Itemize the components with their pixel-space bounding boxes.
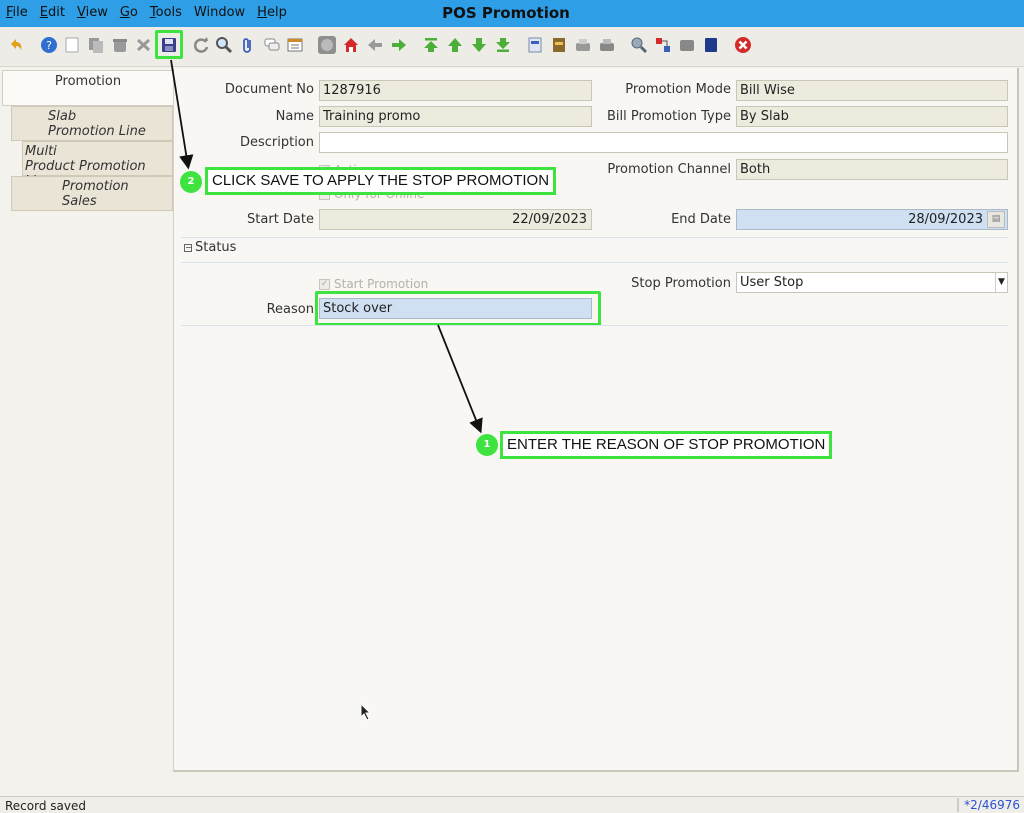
window-title: POS Promotion <box>442 4 570 22</box>
attachment-icon[interactable] <box>239 36 257 54</box>
find-icon[interactable] <box>215 36 233 54</box>
tab-slab-line1: Slab <box>48 109 77 124</box>
mouse-cursor-icon <box>360 703 372 721</box>
status-separator <box>181 262 1008 263</box>
end-date-label: End Date <box>671 212 731 227</box>
status-separator-top <box>181 237 1008 238</box>
svg-text:?: ? <box>46 39 52 52</box>
promotion-channel-label: Promotion Channel <box>607 162 731 177</box>
document-no-field[interactable]: 1287916 <box>319 80 592 101</box>
tab-promotion-sales[interactable]: Promotion Sales <box>11 176 173 211</box>
undo-icon[interactable] <box>7 36 25 54</box>
end-date-field[interactable]: 28/09/2023 <box>736 209 1008 230</box>
tab-slab-promotion-line[interactable]: Slab Promotion Line <box>11 106 173 141</box>
description-field[interactable] <box>319 132 1008 153</box>
tab-slab-line2: Promotion Line <box>48 124 146 139</box>
status-section-title: Status <box>195 240 237 255</box>
start-promotion-check-icon: ✓ <box>319 278 330 290</box>
back-icon[interactable] <box>366 36 384 54</box>
tab-multi-product-promotion-line[interactable]: Multi Product Promotion Line <box>22 141 173 189</box>
status-message: Record saved <box>5 799 86 813</box>
tab-sales-line2: Sales <box>62 194 97 209</box>
dropdown-arrow-icon[interactable]: ▼ <box>995 273 1007 292</box>
document-no-label: Document No <box>224 82 314 97</box>
status-section-header[interactable]: − Status <box>184 240 236 255</box>
callout-2-number: 2 <box>180 171 202 193</box>
callout-1-number: 1 <box>476 434 498 456</box>
copy-record-icon[interactable] <box>87 36 105 54</box>
side-tabs: Promotion Slab Promotion Line Multi Prod… <box>0 70 176 215</box>
print-icon[interactable] <box>598 36 616 54</box>
bill-promotion-type-label: Bill Promotion Type <box>606 109 731 124</box>
status-bar: Record saved *2/46976 <box>0 796 1024 813</box>
first-record-icon[interactable] <box>422 36 440 54</box>
forward-icon[interactable] <box>390 36 408 54</box>
status-separator-bottom <box>181 325 1008 326</box>
start-promotion-label: Start Promotion <box>334 277 429 291</box>
start-date-label: Start Date <box>247 212 314 227</box>
calendar-icon[interactable]: ▤ <box>987 211 1005 228</box>
last-record-icon[interactable] <box>494 36 512 54</box>
print-preview-icon[interactable] <box>574 36 592 54</box>
zoom-across-icon[interactable] <box>630 36 648 54</box>
promotion-mode-label: Promotion Mode <box>625 82 731 97</box>
workflow-icon[interactable] <box>654 36 672 54</box>
delete-record-icon[interactable] <box>111 36 129 54</box>
refresh-icon[interactable] <box>192 36 210 54</box>
name-label: Name <box>275 109 314 124</box>
stop-promotion-label: Stop Promotion <box>631 276 731 291</box>
close-window-icon[interactable] <box>734 36 752 54</box>
tab-sales-line1: Promotion <box>62 179 129 194</box>
previous-record-icon[interactable] <box>446 36 464 54</box>
record-indicator[interactable]: *2/46976 <box>957 798 1020 812</box>
collapse-icon: − <box>184 242 192 252</box>
next-record-icon[interactable] <box>470 36 488 54</box>
reason-field-highlight <box>315 291 601 326</box>
stop-promotion-value: User Stop <box>740 275 804 290</box>
save-button-highlight <box>155 30 183 59</box>
callout-2-text: CLICK SAVE TO APPLY THE STOP PROMOTION <box>205 167 557 195</box>
callout-1-text: ENTER THE REASON OF STOP PROMOTION <box>500 431 833 459</box>
tab-multi-line1: Multi <box>25 144 57 159</box>
home-icon[interactable] <box>342 36 360 54</box>
chat-icon[interactable] <box>263 36 281 54</box>
app-window: File Edit View Go Tools Window Help POS … <box>0 0 1024 813</box>
stop-promotion-select[interactable]: User Stop ▼ <box>736 272 1008 293</box>
start-date-field[interactable]: 22/09/2023 <box>319 209 592 230</box>
promotion-mode-field[interactable]: Bill Wise <box>736 80 1008 101</box>
product-info-icon[interactable] <box>702 36 720 54</box>
grid-toggle-icon[interactable] <box>286 36 304 54</box>
toolbar: ? <box>0 27 1024 67</box>
name-field[interactable]: Training promo <box>319 106 592 127</box>
help-icon[interactable]: ? <box>40 36 58 54</box>
reason-label: Reason <box>266 302 314 317</box>
new-record-icon[interactable] <box>63 36 81 54</box>
history-icon[interactable] <box>318 36 336 54</box>
description-label: Description <box>239 135 314 150</box>
start-promotion-checkbox[interactable]: ✓ Start Promotion <box>319 277 428 291</box>
promotion-channel-field[interactable]: Both <box>736 159 1008 180</box>
title-bar: File Edit View Go Tools Window Help POS … <box>0 0 1024 27</box>
tab-promotion[interactable]: Promotion <box>2 70 174 106</box>
bill-promotion-type-field[interactable]: By Slab <box>736 106 1008 127</box>
tab-promotion-label: Promotion <box>54 74 122 89</box>
process-icon[interactable] <box>678 36 696 54</box>
report-icon[interactable] <box>526 36 544 54</box>
archive-icon[interactable] <box>550 36 568 54</box>
delete-selection-icon[interactable] <box>135 36 153 54</box>
